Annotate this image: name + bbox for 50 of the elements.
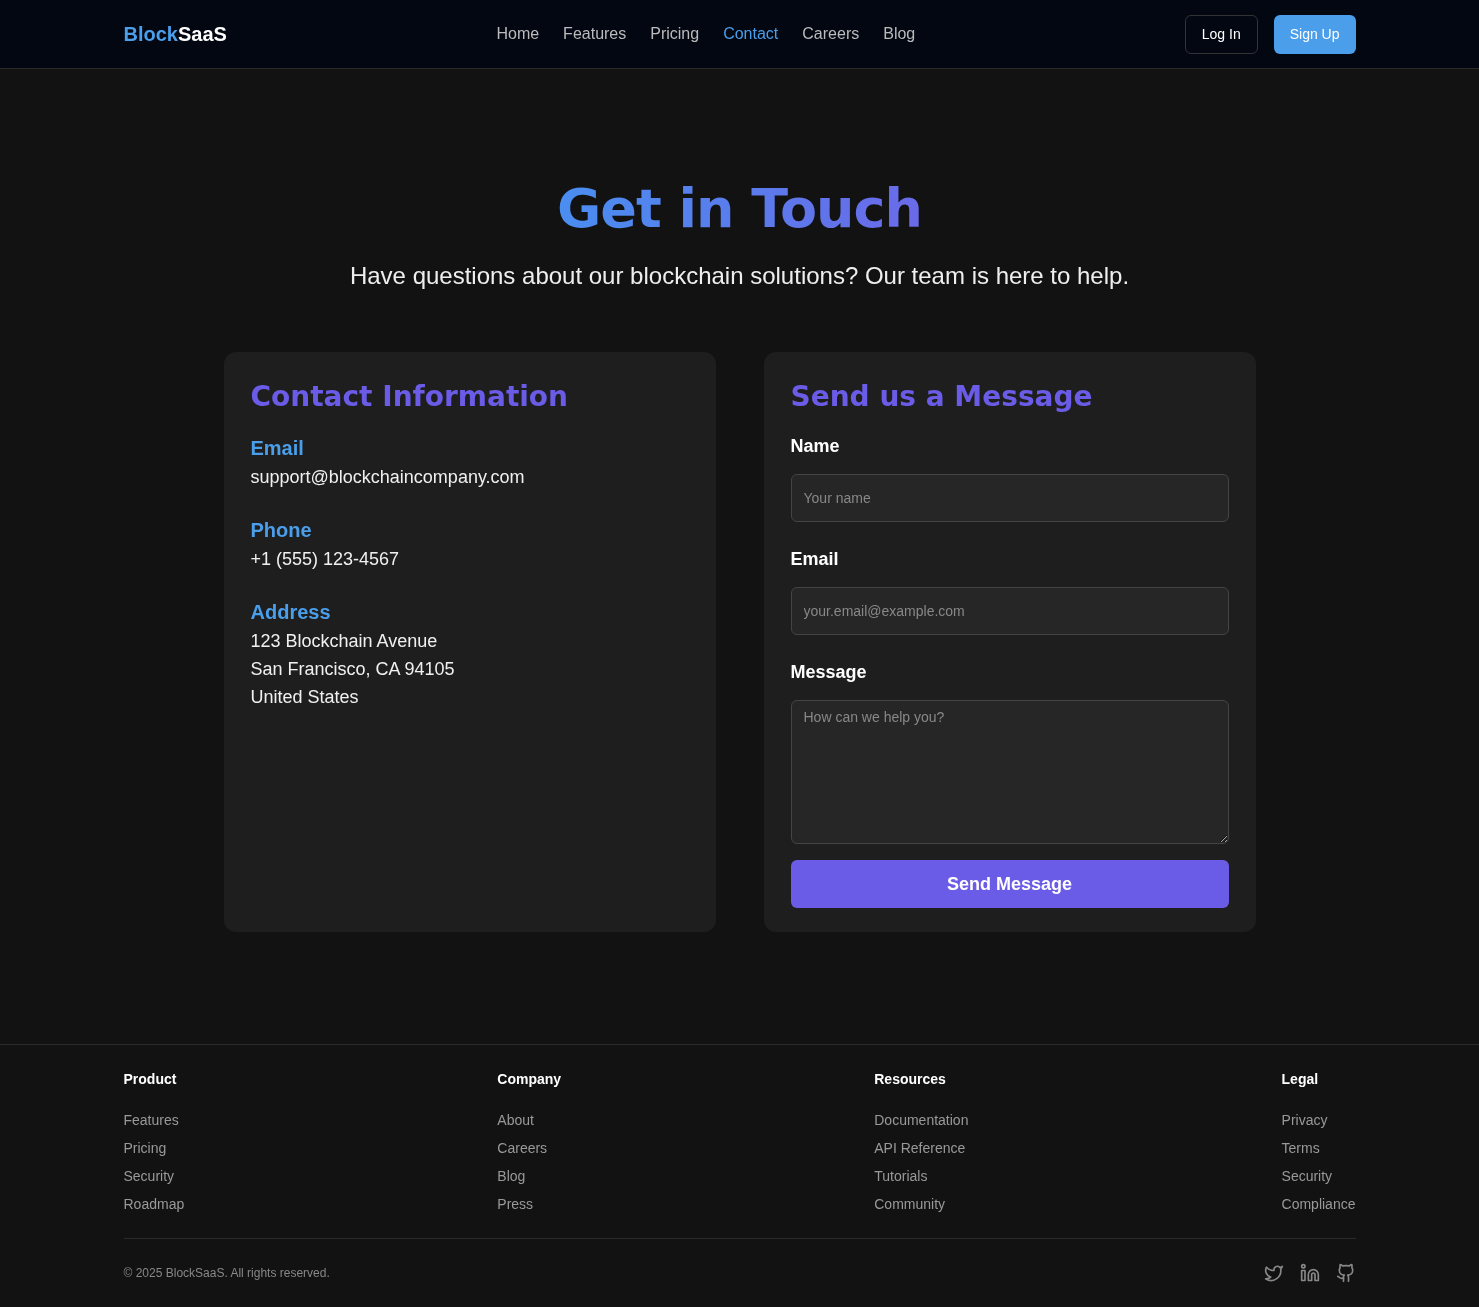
footer-heading: Product <box>123 1069 178 1089</box>
footer-link[interactable]: Careers <box>497 1133 562 1162</box>
github-icon[interactable] <box>1335 1262 1356 1283</box>
copyright-text: © 2025 BlockSaaS. All rights reserved. <box>123 1264 330 1282</box>
field-label: Email <box>790 548 840 572</box>
footer-link[interactable]: Documentation <box>874 1105 969 1134</box>
footer-link[interactable]: Security <box>123 1161 185 1190</box>
info-text: support@blockchaincompany.com <box>250 466 526 490</box>
footer-link[interactable]: Blog <box>497 1161 562 1190</box>
nav-link[interactable]: Blog <box>883 22 916 46</box>
linkedin-icon[interactable] <box>1299 1262 1320 1283</box>
footer-link[interactable]: Compliance <box>1281 1189 1356 1218</box>
footer-heading: Legal <box>1281 1069 1320 1089</box>
info-text: San Francisco, CA 94105 <box>250 658 456 682</box>
info-text: United States <box>250 686 360 710</box>
info-text: 123 Blockchain Avenue <box>250 630 439 654</box>
footer-heading: Company <box>497 1069 562 1089</box>
nav-link[interactable]: Home <box>496 22 540 46</box>
twitter-bird-icon[interactable] <box>1263 1262 1284 1283</box>
section-title: Send us a Message <box>790 379 1094 414</box>
footer-link[interactable]: Terms <box>1281 1133 1356 1162</box>
brand-logo[interactable]: BlockSaaS <box>123 19 227 49</box>
nav-link[interactable]: Contact <box>723 22 779 46</box>
nav-link[interactable]: Features <box>563 22 627 46</box>
footer-link[interactable]: Pricing <box>123 1133 185 1162</box>
footer-link[interactable]: Community <box>874 1189 969 1218</box>
nav-link[interactable]: Careers <box>802 22 860 46</box>
input-field[interactable]: your.email@example.com <box>790 587 1229 636</box>
login-button[interactable]: Log In <box>1184 14 1258 54</box>
footer-link[interactable]: About <box>497 1105 562 1134</box>
field-label: Name <box>790 435 841 459</box>
field-label: Message <box>790 661 868 685</box>
input-field[interactable]: Your name <box>790 474 1229 523</box>
footer-link[interactable]: Features <box>123 1105 185 1134</box>
page-subtitle: Have questions about our blockchain solutions? Our team is here to help. <box>348 260 1131 291</box>
message-field[interactable]: How can we help you? <box>790 700 1229 845</box>
footer-link[interactable]: Roadmap <box>123 1189 185 1218</box>
info-label: Email <box>250 436 305 462</box>
nav-link[interactable]: Pricing <box>650 22 700 46</box>
footer-link[interactable]: Privacy <box>1281 1105 1356 1134</box>
footer-link[interactable]: API Reference <box>874 1133 969 1162</box>
section-title: Contact Information <box>250 379 570 414</box>
info-text: +1 (555) 123-4567 <box>250 548 401 572</box>
footer-link[interactable]: Tutorials <box>874 1161 969 1190</box>
send-message-button[interactable]: Send Message <box>790 860 1229 909</box>
info-label: Phone <box>250 518 313 544</box>
info-label: Address <box>250 600 332 626</box>
footer-link[interactable]: Security <box>1281 1161 1356 1190</box>
footer-link[interactable]: Press <box>497 1189 562 1218</box>
footer-heading: Resources <box>874 1069 947 1089</box>
